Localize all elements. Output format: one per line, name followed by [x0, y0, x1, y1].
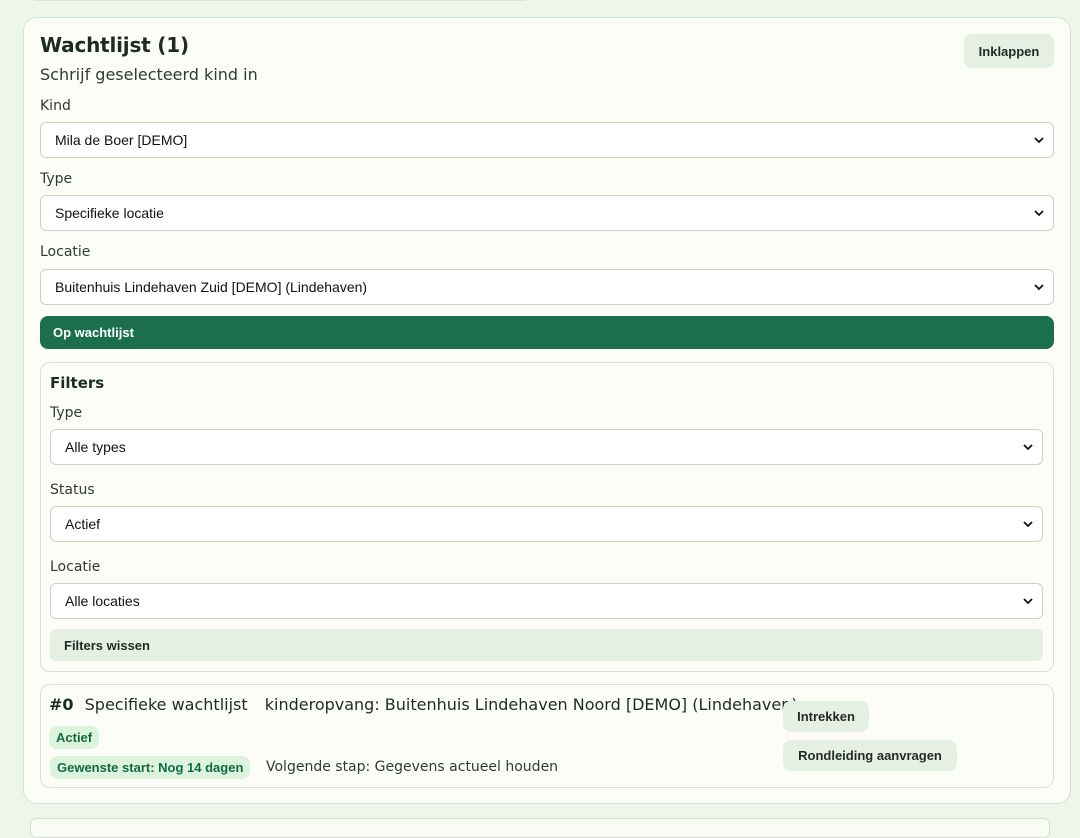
waitlist-title: Wachtlijst (1) [40, 33, 189, 57]
waitlist-card: Wachtlijst (1) Schrijf geselecteerd kind… [23, 17, 1071, 804]
waitlist-entry: #0 Specifieke wachtlijst kinderopvang: B… [40, 684, 1054, 788]
collapse-button[interactable]: Inklappen [964, 34, 1054, 68]
type-label: Type [40, 171, 73, 187]
next-card-edge [30, 818, 1050, 838]
entry-number: #0 [49, 695, 74, 714]
location-label: Locatie [40, 244, 91, 260]
add-to-waitlist-button[interactable]: Op wachtlijst [40, 316, 1054, 349]
chevron-down-icon [1034, 284, 1044, 291]
child-label: Kind [40, 98, 71, 114]
filter-type-select[interactable]: Alle types [50, 429, 1043, 465]
filters-panel: Filters Type Alle types Status Actief Lo… [40, 362, 1054, 672]
chevron-down-icon [1023, 598, 1033, 605]
filter-location-value: Alle locaties [65, 593, 140, 609]
type-select[interactable]: Specifieke locatie [40, 195, 1054, 231]
child-select[interactable]: Mila de Boer [DEMO] [40, 122, 1054, 158]
filter-status-label: Status [50, 482, 95, 498]
chevron-down-icon [1034, 210, 1044, 217]
filters-title: Filters [50, 374, 105, 392]
entry-detail: kinderopvang: Buitenhuis Lindehaven Noor… [264, 695, 798, 714]
filter-type-label: Type [50, 405, 83, 421]
location-select[interactable]: Buitenhuis Lindehaven Zuid [DEMO] (Linde… [40, 269, 1054, 305]
desired-start-badge: Gewenste start: Nog 14 dagen [50, 756, 251, 779]
chevron-down-icon [1023, 521, 1033, 528]
chevron-down-icon [1034, 137, 1044, 144]
status-badge: Actief [49, 726, 100, 749]
request-tour-button[interactable]: Rondleiding aanvragen [783, 740, 957, 771]
filter-location-label: Locatie [50, 559, 101, 575]
waitlist-subtitle: Schrijf geselecteerd kind in [40, 65, 258, 84]
filter-status-select[interactable]: Actief [50, 506, 1043, 542]
filter-type-value: Alle types [65, 439, 126, 455]
entry-heading: #0 Specifieke wachtlijst kinderopvang: B… [49, 695, 798, 714]
child-select-value: Mila de Boer [DEMO] [55, 132, 188, 148]
previous-card-edge [30, 0, 530, 1]
withdraw-button[interactable]: Intrekken [783, 701, 869, 732]
next-step-text: Volgende stap: Gegevens actueel houden [266, 759, 559, 775]
clear-filters-button[interactable]: Filters wissen [50, 629, 1043, 661]
filter-location-select[interactable]: Alle locaties [50, 583, 1043, 619]
filter-status-value: Actief [65, 516, 101, 532]
entry-kind: Specifieke wachtlijst [84, 695, 248, 714]
type-select-value: Specifieke locatie [55, 205, 164, 221]
chevron-down-icon [1023, 444, 1033, 451]
location-select-value: Buitenhuis Lindehaven Zuid [DEMO] (Linde… [55, 279, 368, 295]
